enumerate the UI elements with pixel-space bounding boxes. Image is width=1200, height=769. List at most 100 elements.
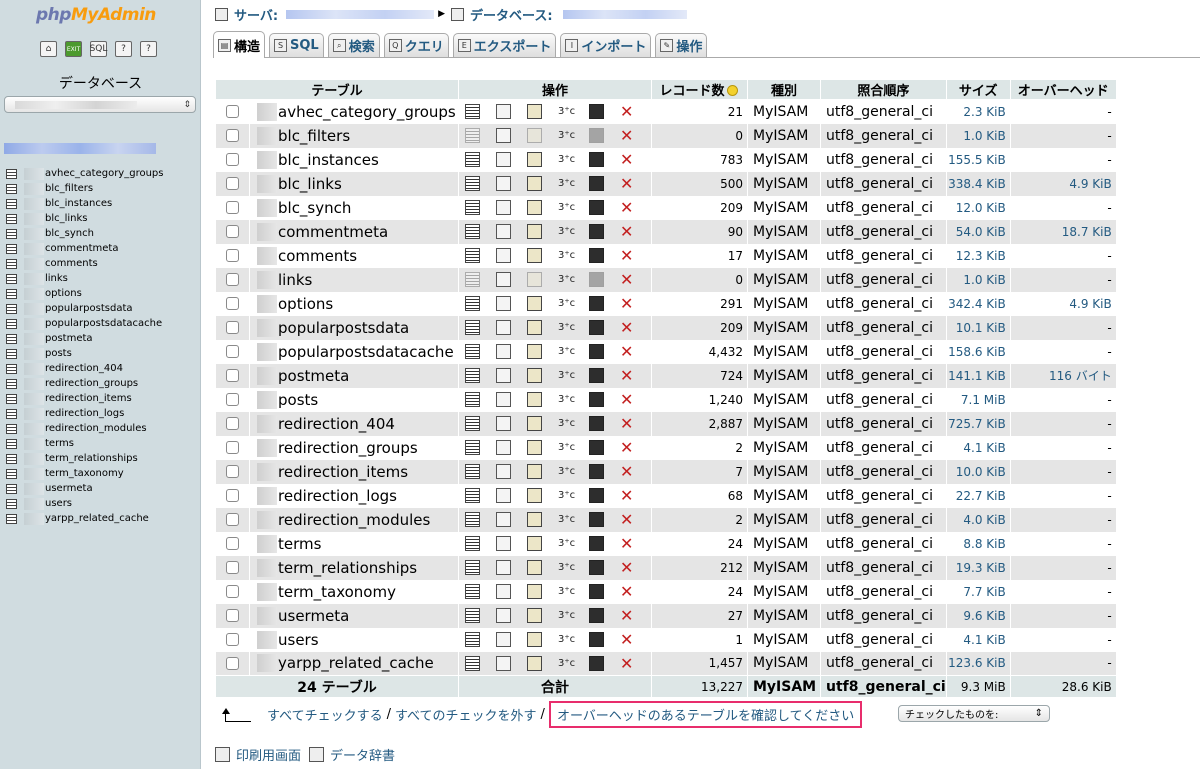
drop-table-icon[interactable]: ✕ [620,296,635,312]
structure-icon[interactable] [496,560,511,575]
table-size-link[interactable]: 1.0 KiB [963,129,1005,143]
tab-structure[interactable]: ▤ 構造 [213,31,266,58]
search-icon[interactable] [527,536,542,551]
nav-table-item[interactable]: blc_links [6,211,163,226]
table-name-link[interactable]: blc_synch [278,199,351,217]
overhead-link[interactable]: 4.9 KiB [1069,177,1111,191]
header-records[interactable]: レコード数 [651,79,748,100]
table-size-link[interactable]: 342.4 KiB [948,297,1006,311]
nav-table-link[interactable]: blc_instances [45,196,112,211]
table-name-link[interactable]: avhec_category_groups [278,103,456,121]
nav-table-item[interactable]: redirection_404 [6,361,163,376]
uncheck-all-link[interactable]: すべてのチェックを外す [395,705,537,724]
check-overhead-link[interactable]: オーバーヘッドのあるテーブルを確認してください [557,709,854,724]
search-icon[interactable] [527,176,542,191]
table-name-link[interactable]: blc_instances [278,151,379,169]
tab-query[interactable]: Q クエリ [383,33,449,57]
tab-search[interactable]: ⌕ 検索 [327,33,380,57]
table-name-link[interactable]: redirection_items [278,463,408,481]
nav-table-item[interactable]: links [6,271,163,286]
home-icon[interactable]: ⌂ [40,41,57,57]
tab-sql[interactable]: S SQL [269,33,324,57]
nav-table-link[interactable]: redirection_groups [45,376,138,391]
table-name-link[interactable]: popularpostsdatacache [278,343,454,361]
drop-table-icon[interactable]: ✕ [620,536,635,552]
row-checkbox[interactable] [226,561,239,574]
browse-icon[interactable] [465,536,480,551]
row-checkbox[interactable] [226,417,239,430]
nav-table-link[interactable]: comments [45,256,98,271]
structure-icon[interactable] [496,272,511,287]
row-checkbox[interactable] [226,441,239,454]
drop-table-icon[interactable]: ✕ [620,608,635,624]
empty-table-icon[interactable] [589,512,604,527]
table-size-link[interactable]: 9.6 KiB [963,609,1005,623]
nav-table-item[interactable]: redirection_modules [6,421,163,436]
row-checkbox[interactable] [226,585,239,598]
drop-table-icon[interactable]: ✕ [620,416,635,432]
empty-table-icon[interactable] [589,320,604,335]
structure-icon[interactable] [496,488,511,503]
empty-table-icon[interactable] [589,368,604,383]
search-icon[interactable] [527,152,542,167]
table-size-link[interactable]: 2.3 KiB [963,105,1005,119]
table-size-link[interactable]: 22.7 KiB [956,489,1006,503]
logout-icon[interactable]: EXIT [65,41,82,57]
insert-icon[interactable]: 3⁺c [558,416,575,431]
insert-icon[interactable]: 3⁺c [558,344,575,359]
insert-icon[interactable]: 3⁺c [558,248,575,263]
empty-table-icon[interactable] [589,200,604,215]
browse-icon[interactable] [465,440,480,455]
table-size-link[interactable]: 155.5 KiB [948,153,1006,167]
empty-table-icon[interactable] [589,392,604,407]
row-checkbox[interactable] [226,249,239,262]
nav-table-link[interactable]: links [45,271,68,286]
nav-table-item[interactable]: comments [6,256,163,271]
drop-table-icon[interactable]: ✕ [620,632,635,648]
browse-table-icon[interactable] [6,288,17,299]
table-size-link[interactable]: 54.0 KiB [956,225,1006,239]
insert-icon[interactable]: 3⁺c [558,224,575,239]
empty-table-icon[interactable] [589,464,604,479]
nav-table-item[interactable]: blc_instances [6,196,163,211]
nav-table-link[interactable]: term_relationships [45,451,138,466]
empty-table-icon[interactable] [589,152,604,167]
browse-table-icon[interactable] [6,513,17,524]
nav-table-item[interactable]: redirection_groups [6,376,163,391]
search-icon[interactable] [527,392,542,407]
structure-icon[interactable] [496,344,511,359]
empty-table-icon[interactable] [589,344,604,359]
empty-table-icon[interactable] [589,655,604,671]
nav-table-item[interactable]: popularpostsdata [6,301,163,316]
structure-icon[interactable] [496,464,511,479]
search-icon[interactable] [527,512,542,527]
browse-icon[interactable] [465,608,480,623]
nav-table-link[interactable]: avhec_category_groups [45,166,163,181]
redacted-database-link[interactable] [4,143,156,154]
header-overhead[interactable]: オーバーヘッド [1009,79,1117,100]
nav-table-link[interactable]: popularpostsdatacache [45,316,162,331]
structure-icon[interactable] [496,320,511,335]
browse-icon[interactable] [465,296,480,311]
structure-icon[interactable] [496,416,511,431]
browse-table-icon[interactable] [6,423,17,434]
row-checkbox[interactable] [226,273,239,286]
empty-table-icon[interactable] [589,440,604,455]
print-view-link[interactable]: 印刷用画面 [236,745,301,764]
table-name-link[interactable]: links [278,271,312,289]
nav-table-item[interactable]: term_taxonomy [6,466,163,481]
structure-icon[interactable] [496,152,511,167]
data-dictionary-link[interactable]: データ辞書 [330,745,395,764]
table-name-link[interactable]: term_relationships [278,559,417,577]
tab-import[interactable]: I インポート [560,33,652,57]
row-checkbox[interactable] [226,153,239,166]
database-link[interactable]: データベース: [470,5,553,24]
insert-icon[interactable]: 3⁺c [558,200,575,215]
table-size-link[interactable]: 4.0 KiB [963,513,1005,527]
header-size[interactable]: サイズ [945,79,1011,100]
help-icon[interactable]: ? [115,41,132,57]
browse-table-icon[interactable] [6,363,17,374]
table-size-link[interactable]: 4.1 KiB [963,633,1005,647]
browse-icon[interactable] [465,248,480,263]
nav-table-link[interactable]: blc_filters [45,181,93,196]
